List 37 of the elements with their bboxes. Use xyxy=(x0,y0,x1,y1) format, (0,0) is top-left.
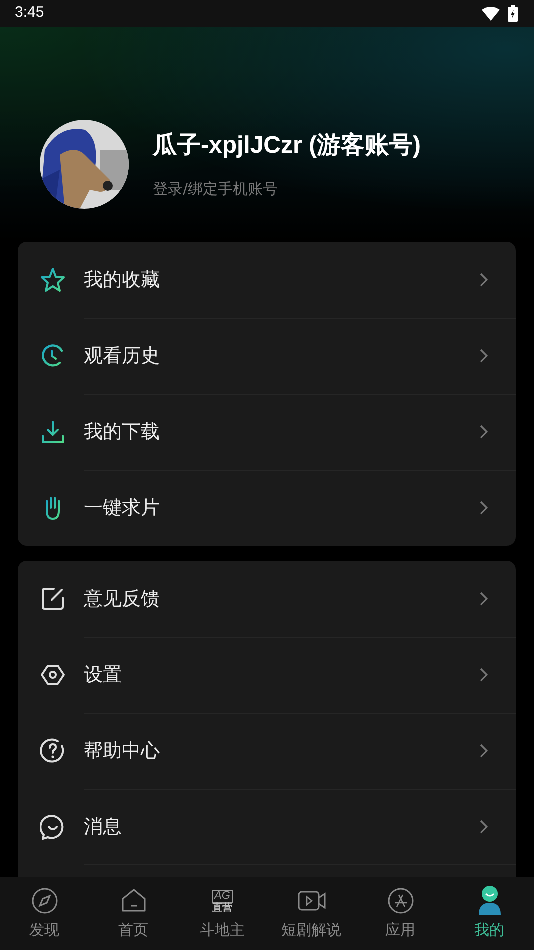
compass-icon xyxy=(30,886,58,914)
chevron-icon xyxy=(480,592,488,606)
menu-item[interactable]: 消息 xyxy=(18,789,516,865)
profile-name: 瓜子-xpjlJCzr (游客账号) xyxy=(153,131,422,162)
chevron-icon xyxy=(480,349,488,363)
status-time: 3:45 xyxy=(15,3,44,24)
menu-item[interactable]: 意见反馈 xyxy=(18,561,516,637)
help-icon xyxy=(40,738,66,764)
menu-item[interactable]: 观看历史 xyxy=(18,318,516,394)
chevron-icon xyxy=(480,820,488,834)
menu-item[interactable]: 我的收藏 xyxy=(18,242,516,318)
nav-tab[interactable]: 短剧解说 xyxy=(267,877,356,950)
login-link[interactable]: 登录/绑定手机账号 xyxy=(153,178,422,201)
wifi-icon xyxy=(482,6,500,20)
settings-icon xyxy=(40,662,66,688)
chevron-icon xyxy=(480,501,488,515)
clock-icon xyxy=(40,343,66,369)
nav-tab[interactable]: 应用 xyxy=(356,877,445,950)
home-icon xyxy=(120,886,148,914)
edit-icon xyxy=(40,586,66,612)
chevron-icon xyxy=(480,425,488,439)
menu-item[interactable]: 帮助中心 xyxy=(18,713,516,789)
download-icon xyxy=(40,419,66,445)
chat-icon xyxy=(40,814,66,840)
nav-tab[interactable]: 首页 xyxy=(89,877,178,950)
nav-tab[interactable]: 我的 xyxy=(445,877,534,950)
menu-item[interactable]: 设置 xyxy=(18,637,516,713)
app-store-icon xyxy=(386,886,414,914)
nav-tab[interactable]: 发现 xyxy=(0,877,89,950)
battery-icon xyxy=(508,5,518,22)
menu-item[interactable]: 一键求片 xyxy=(18,470,516,546)
chevron-icon xyxy=(480,668,488,682)
menu-item[interactable]: 我的下载 xyxy=(18,394,516,470)
star-icon xyxy=(40,267,66,293)
chevron-icon xyxy=(480,744,488,758)
nav-tab[interactable]: AG 直营 斗地主 xyxy=(178,877,267,950)
chevron-icon xyxy=(480,273,488,287)
